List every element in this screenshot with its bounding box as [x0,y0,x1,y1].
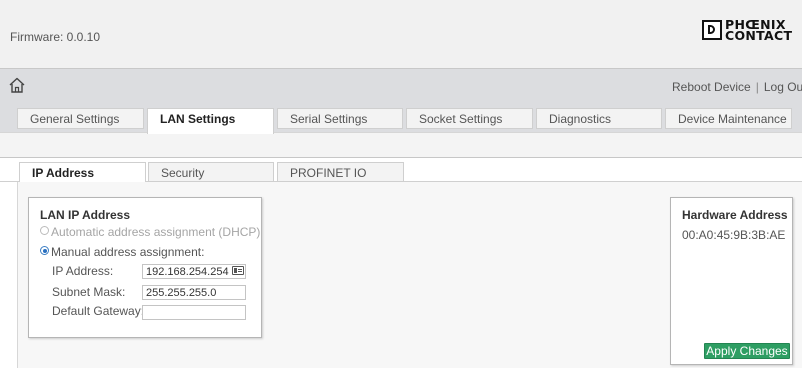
manual-label: Manual address assignment: [51,245,205,259]
ip-address-label: IP Address: [52,264,114,278]
hardware-address-title: Hardware Address [682,208,788,222]
tab-serial-settings[interactable]: Serial Settings [277,108,403,129]
home-icon[interactable] [8,77,26,93]
address-card-icon [232,266,244,275]
subnet-mask-input[interactable]: 255.255.255.0 [142,285,246,300]
manual-option[interactable]: Manual address assignment: [40,245,204,259]
header-bar [0,0,802,68]
lan-ip-address-title: LAN IP Address [40,208,131,222]
logo-text-line2: CONTACT [725,28,793,43]
subnet-mask-value: 255.255.255.0 [146,287,217,299]
link-separator: | [755,80,759,94]
phoenix-contact-logo: PHŒNIX CONTACT [702,18,800,46]
subtab-profinet-io[interactable]: PROFINET IO [277,162,404,182]
hardware-address-panel [670,197,793,365]
tab-diagnostics[interactable]: Diagnostics [536,108,662,129]
tab-lan-settings[interactable]: LAN Settings [147,108,274,134]
subtab-security[interactable]: Security [148,162,274,182]
default-gateway-input[interactable] [142,305,246,320]
dhcp-radio[interactable] [40,226,49,235]
mac-address-value: 00:A0:45:9B:3B:AE [682,228,786,242]
ip-address-input[interactable]: 192.168.254.254 [142,264,246,279]
log-out-link[interactable]: Log Out [764,80,802,94]
tab-socket-settings[interactable]: Socket Settings [406,108,533,129]
tab-device-maintenance[interactable]: Device Maintenance [665,108,792,129]
manual-radio[interactable] [40,246,49,255]
dhcp-label: Automatic address assignment (DHCP) [51,225,261,239]
logo-mark-icon [702,20,722,40]
default-gateway-label: Default Gateway: [52,304,145,318]
ip-address-value: 192.168.254.254 [146,266,229,278]
firmware-version: Firmware: 0.0.10 [10,30,101,44]
tab-content-band [0,132,802,157]
reboot-device-link[interactable]: Reboot Device [672,80,751,94]
apply-changes-button[interactable]: Apply Changes [704,343,790,359]
tab-general-settings[interactable]: General Settings [17,108,144,129]
session-links: Reboot Device | Log Out [672,80,802,94]
dhcp-option[interactable]: Automatic address assignment (DHCP) [40,225,260,239]
subnet-mask-label: Subnet Mask: [52,285,126,299]
